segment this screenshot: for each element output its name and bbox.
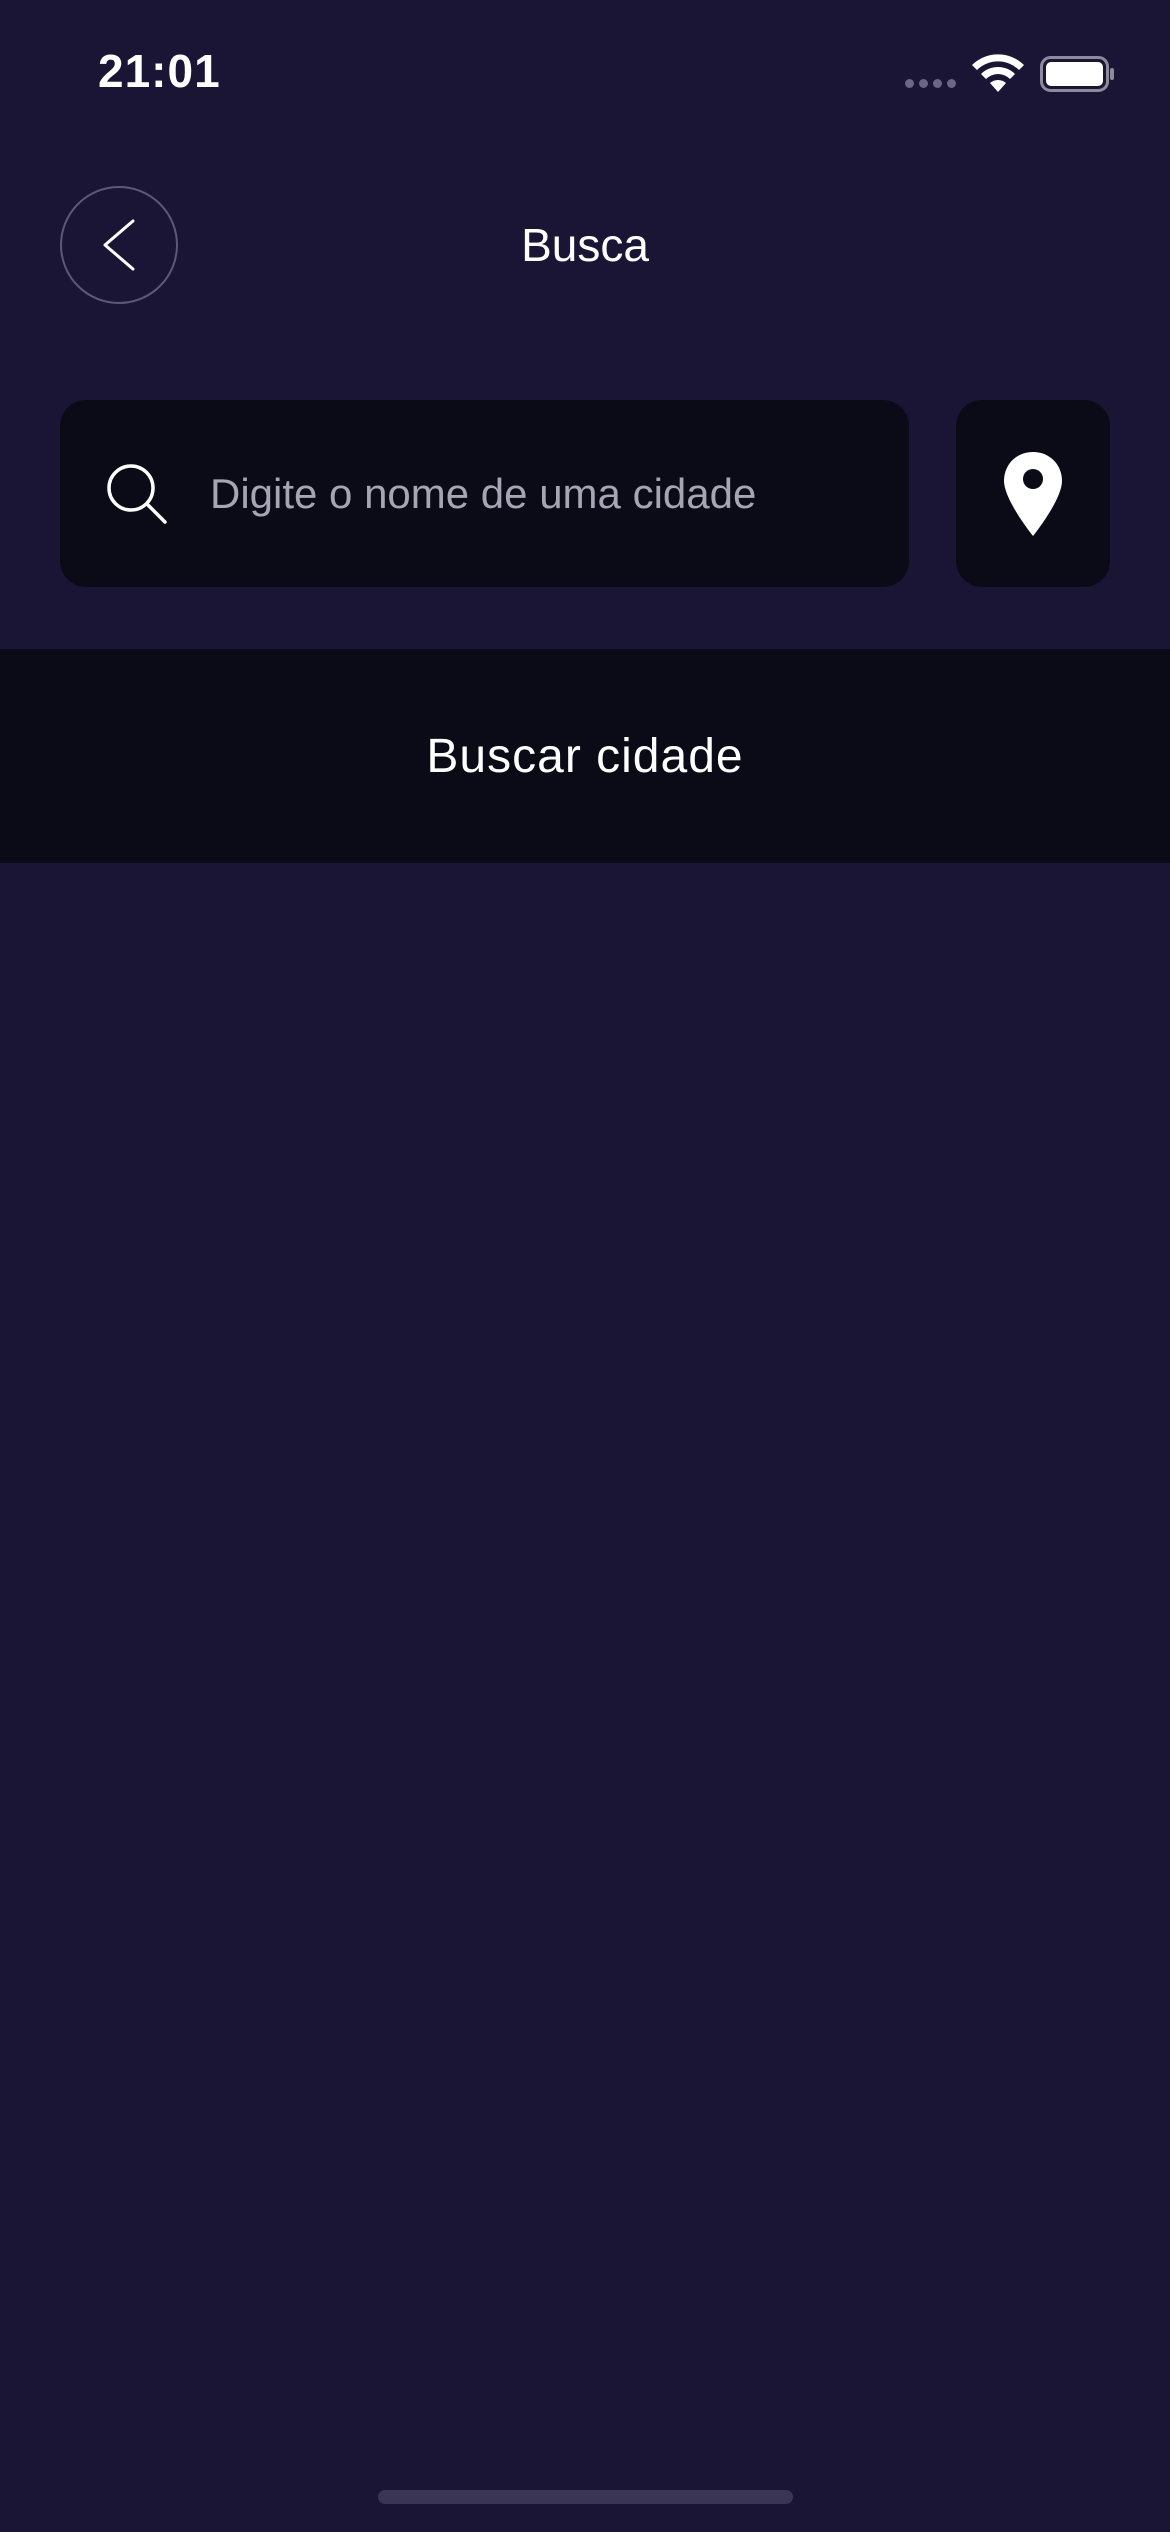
search-city-button[interactable]: Buscar cidade [0,649,1170,863]
map-pin-icon [1004,451,1062,536]
status-bar: 21:01 [0,0,1170,150]
location-button[interactable] [956,400,1110,587]
page-title: Busca [521,219,649,271]
search-icon [107,464,167,524]
wifi-icon [972,54,1024,92]
home-indicator[interactable] [378,2490,793,2504]
status-time: 21:01 [98,45,221,97]
battery-icon [1040,56,1114,92]
cellular-signal-icon [905,79,956,88]
search-input[interactable] [210,450,870,538]
search-box[interactable] [60,400,909,587]
header: Busca [0,180,1170,310]
